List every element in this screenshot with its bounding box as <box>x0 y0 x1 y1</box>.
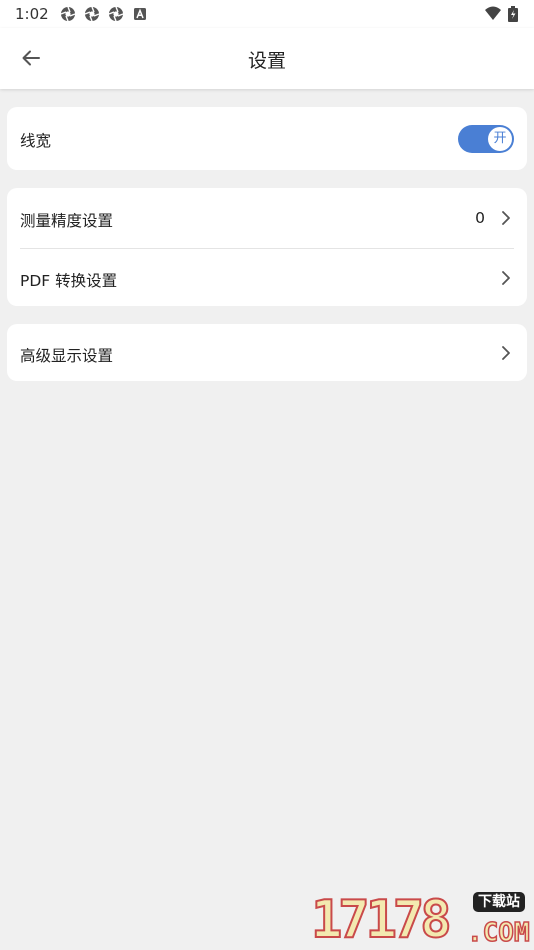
chevron-right-icon <box>502 346 510 360</box>
pdf-conversion-label: PDF 转换设置 <box>20 272 118 290</box>
precision-value: 0 <box>475 209 485 227</box>
pdf-conversion-row[interactable]: PDF 转换设置 <box>7 249 527 306</box>
wifi-icon <box>485 6 501 20</box>
line-width-row: 线宽 开 <box>7 107 527 170</box>
watermark-suffix: .COM <box>466 917 530 949</box>
aperture-icon <box>84 6 100 22</box>
status-time: 1:02 <box>15 5 49 23</box>
aperture-icon <box>108 6 124 22</box>
chevron-right-icon <box>502 211 510 225</box>
line-width-label: 线宽 <box>20 132 52 150</box>
toggle-knob: 开 <box>488 127 512 151</box>
status-bar: 1:02 <box>0 0 534 28</box>
advanced-card: 高级显示设置 <box>7 324 527 381</box>
a-badge-icon <box>134 8 146 20</box>
precision-settings-row[interactable]: 测量精度设置 0 <box>7 188 527 248</box>
precision-settings-label: 测量精度设置 <box>20 212 114 230</box>
battery-icon <box>508 6 518 22</box>
watermark-tag: 下载站 <box>473 892 525 912</box>
page-title: 设置 <box>247 50 286 72</box>
advanced-display-row[interactable]: 高级显示设置 <box>7 324 527 381</box>
line-width-card: 线宽 开 <box>7 107 527 170</box>
watermark-digits: 17178 <box>310 889 453 950</box>
watermark-logo: 17178 下载站 .COM <box>305 888 534 950</box>
app-bar: 设置 <box>0 28 534 89</box>
line-width-toggle[interactable]: 开 <box>458 125 514 153</box>
chevron-right-icon <box>502 271 510 285</box>
advanced-display-label: 高级显示设置 <box>20 347 114 365</box>
measurement-card: 测量精度设置 0 PDF 转换设置 <box>7 188 527 306</box>
aperture-icon <box>60 6 76 22</box>
